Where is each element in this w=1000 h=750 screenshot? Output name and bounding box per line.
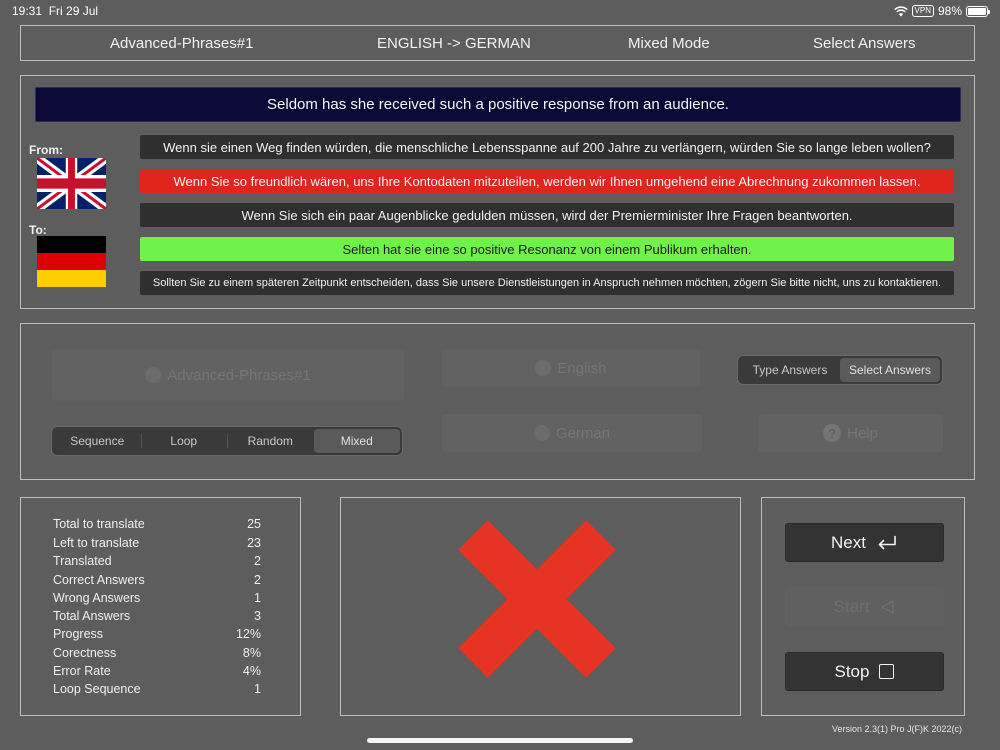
order-loop[interactable]: Loop	[140, 429, 228, 453]
answer-option-3[interactable]: Wenn Sie sich ein paar Augenblicke gedul…	[140, 203, 954, 227]
stat-label: Left to translate	[53, 535, 140, 550]
stat-value: 8%	[242, 645, 261, 660]
stat-label: Total Answers	[53, 608, 131, 623]
stat-label: Translated	[53, 554, 112, 568]
stat-label: Total to translate	[53, 517, 145, 531]
stat-value: 23	[247, 535, 261, 550]
vpn-badge: VPN	[911, 5, 934, 17]
order-random[interactable]: Random	[227, 429, 314, 453]
answer-option-4[interactable]: Selten hat sie eine so positive Resonanz…	[140, 237, 954, 261]
status-bar: 19:31 Fri 29 Jul VPN 98%	[0, 0, 1000, 22]
order-sequence[interactable]: Sequence	[54, 429, 141, 453]
source-sentence: Seldom has she received such a positive …	[35, 87, 961, 122]
next-button[interactable]: Next	[785, 523, 944, 562]
stat-value: 1	[254, 682, 261, 696]
settings-panel: Advanced-Phrases#1 English German ? Help…	[20, 323, 975, 480]
lesson-select-button[interactable]: Advanced-Phrases#1	[52, 349, 404, 401]
stat-value: 4%	[242, 664, 261, 678]
stat-label: Correct Answers	[53, 572, 145, 587]
lesson-select-label: Advanced-Phrases#1	[167, 366, 311, 384]
wrong-cross-icon	[458, 520, 616, 678]
stat-value: 12%	[235, 627, 261, 641]
wifi-icon	[893, 5, 908, 16]
home-indicator[interactable]	[367, 738, 633, 743]
lesson-icon	[145, 367, 162, 383]
stats-panel: Total to translate 25 Left to translate 23…	[20, 497, 301, 716]
to-label: To:	[29, 223, 47, 237]
version-label: Version 2.3(1) Pro J(F)K 2022(c)	[831, 724, 962, 734]
stat-value: 2	[254, 554, 261, 568]
help-label: Help	[847, 424, 878, 442]
battery-icon	[966, 5, 990, 17]
stat-label: Loop Sequence	[53, 682, 141, 696]
play-left-icon	[881, 599, 895, 614]
next-label: Next	[831, 532, 866, 552]
stat-label: Wrong Answers	[53, 590, 141, 605]
help-button[interactable]: ? Help	[758, 414, 943, 452]
answer-option-2[interactable]: Wenn Sie so freundlich wären, uns Ihre K…	[140, 169, 954, 193]
answer-option-5[interactable]: Sollten Sie zu einem späteren Zeitpunkt …	[140, 271, 954, 295]
return-icon	[878, 535, 896, 549]
stop-button[interactable]: Stop	[785, 652, 944, 691]
answer-option-1[interactable]: Wenn sie einen Weg finden würden, die me…	[140, 135, 954, 159]
start-label: Start	[833, 596, 870, 616]
question-panel: Seldom has she received such a positive …	[20, 75, 975, 309]
help-icon: ?	[823, 424, 842, 442]
type-answers-option[interactable]: Type Answers	[740, 358, 840, 382]
from-language-label: English	[557, 359, 607, 377]
answer-type-segmented: Type Answers Select Answers	[737, 355, 943, 385]
to-language-label: German	[555, 424, 611, 442]
stat-value: 1	[254, 590, 261, 605]
uk-flag-icon	[37, 158, 106, 209]
date: Fri 29 Jul	[48, 4, 99, 18]
lesson-title: Advanced-Phrases#1	[110, 35, 254, 52]
stat-value: 25	[247, 517, 261, 531]
select-answers-option[interactable]: Select Answers	[840, 358, 940, 382]
result-panel	[340, 497, 741, 716]
session-header: Advanced-Phrases#1 ENGLISH -> GERMAN Mix…	[20, 25, 975, 61]
stat-label: Progress	[53, 627, 104, 641]
stop-label: Stop	[834, 661, 870, 681]
stat-label: Corectness	[53, 645, 117, 660]
order-segmented: Sequence Loop Random Mixed	[51, 426, 403, 456]
clock: 19:31	[12, 4, 43, 18]
mode-label: Mixed Mode	[628, 35, 710, 52]
order-mixed[interactable]: Mixed	[313, 429, 400, 453]
stat-value: 3	[254, 608, 261, 623]
from-language-icon	[535, 360, 552, 376]
start-button[interactable]: Start	[785, 587, 944, 626]
actions-panel: Next Start Stop	[761, 497, 965, 716]
stat-label: Error Rate	[53, 664, 111, 678]
battery-percent: 98%	[937, 4, 962, 18]
language-direction: ENGLISH -> GERMAN	[377, 35, 531, 52]
stop-square-icon	[879, 664, 895, 679]
germany-flag-icon	[37, 236, 106, 287]
from-label: From:	[29, 143, 63, 157]
answer-mode-label: Select Answers	[813, 35, 916, 52]
to-language-icon	[533, 425, 550, 441]
status-indicators: VPN 98%	[893, 4, 990, 18]
from-language-button[interactable]: English	[442, 349, 700, 387]
status-time: 19:31 Fri 29 Jul	[12, 4, 98, 18]
stat-value: 2	[254, 572, 261, 587]
to-language-button[interactable]: German	[442, 414, 702, 452]
